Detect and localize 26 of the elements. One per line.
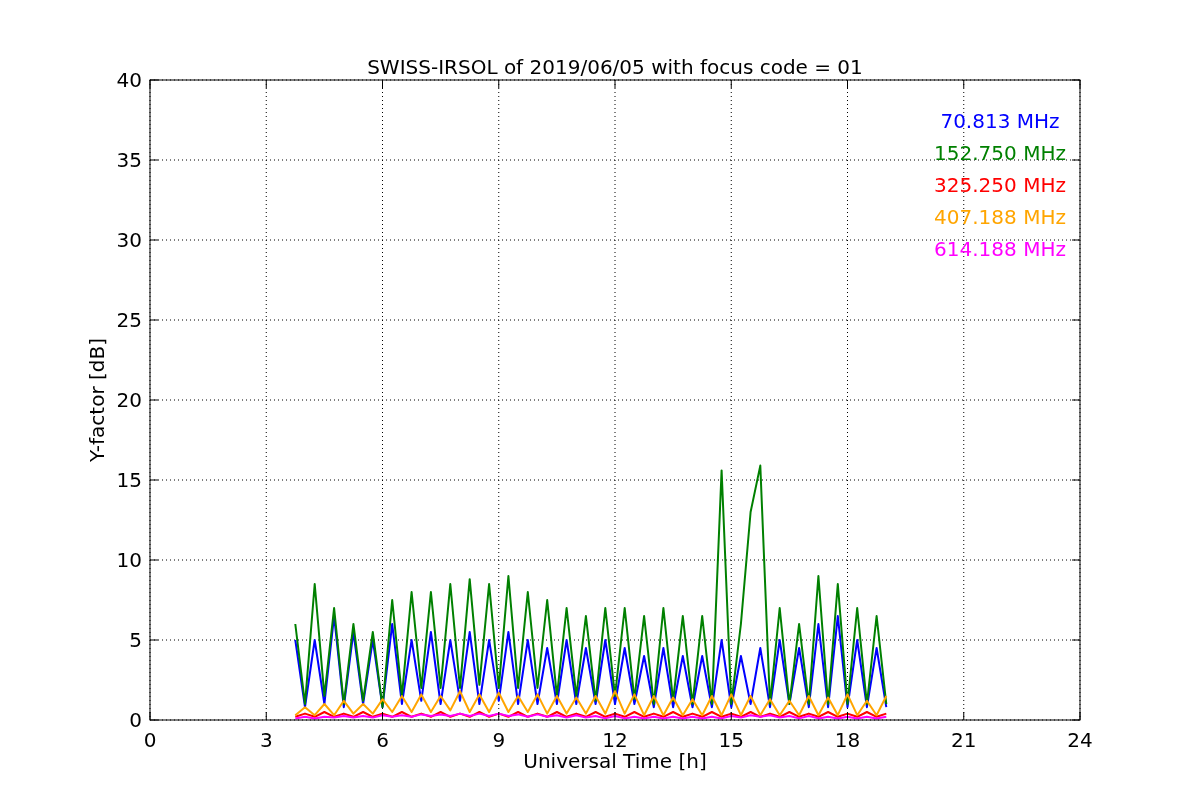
legend-label: 614.188 MHz [934, 237, 1066, 261]
legend-label: 70.813 MHz [940, 109, 1060, 133]
x-tick-label: 0 [143, 728, 157, 752]
x-tick-label: 12 [602, 728, 628, 752]
x-tick-label: 6 [376, 728, 389, 752]
y-tick-label: 15 [116, 468, 142, 492]
y-tick-label: 25 [116, 308, 142, 332]
y-tick-label: 20 [116, 388, 142, 412]
x-tick-label: 18 [834, 728, 861, 752]
y-tick-label: 40 [116, 68, 142, 92]
chart-title: SWISS-IRSOL of 2019/06/05 with focus code = 01 [367, 55, 863, 79]
legend-label: 152.750 MHz [934, 141, 1066, 165]
x-tick-label: 15 [718, 728, 744, 752]
y-tick-label: 10 [116, 548, 142, 572]
x-tick-label: 24 [1067, 728, 1093, 752]
x-tick-label: 21 [951, 728, 977, 752]
y-tick-label: 35 [116, 148, 142, 172]
y-tick-label: 5 [129, 628, 142, 652]
x-tick-label: 9 [492, 728, 506, 752]
x-axis-label: Universal Time [h] [523, 749, 707, 773]
x-tick-label: 3 [259, 728, 273, 752]
legend-label: 407.188 MHz [934, 205, 1066, 229]
legend-label: 325.250 MHz [934, 173, 1066, 197]
y-axis-label: Y-factor [dB] [85, 338, 109, 462]
y-tick-label: 30 [116, 228, 142, 252]
y-tick-label: 0 [129, 708, 142, 732]
